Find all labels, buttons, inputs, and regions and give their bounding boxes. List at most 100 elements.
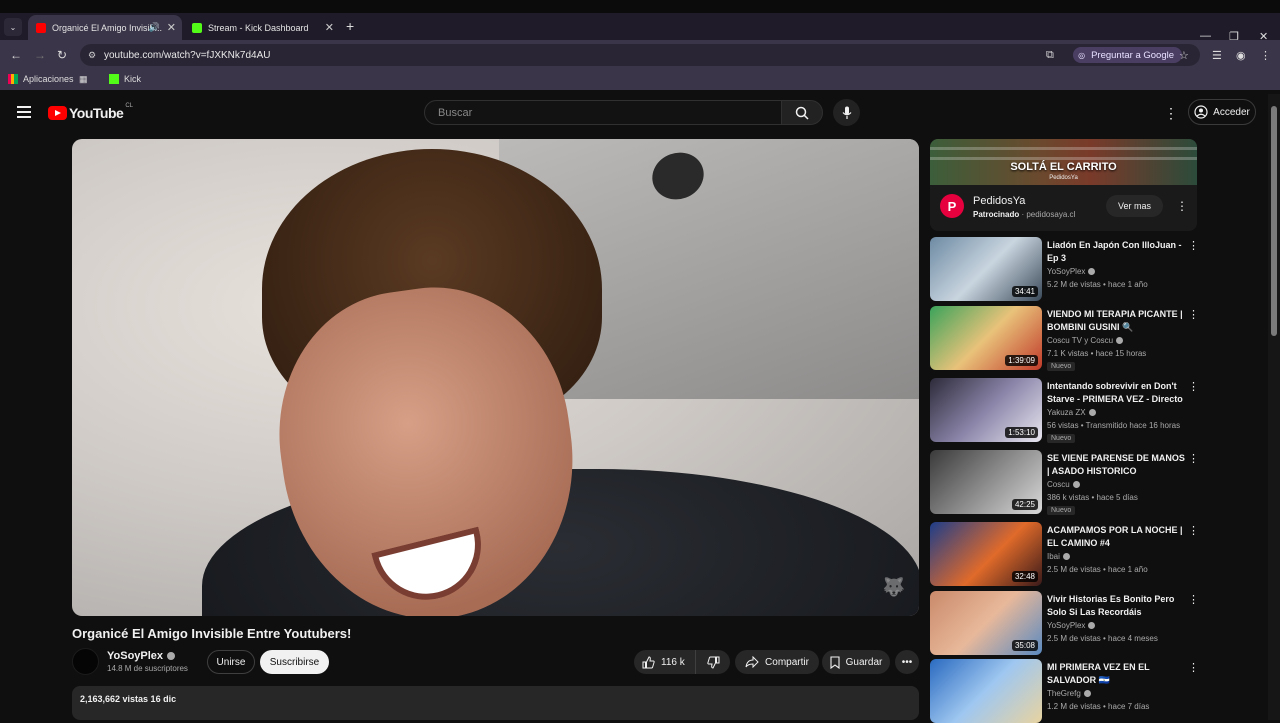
ad-cta-button[interactable]: Ver mas bbox=[1106, 195, 1163, 217]
video-thumbnail[interactable]: 1:53:10 bbox=[930, 378, 1042, 442]
verified-icon bbox=[1083, 690, 1091, 698]
share-button[interactable]: Compartir bbox=[735, 650, 819, 674]
video-thumbnail[interactable]: 32:48 bbox=[930, 522, 1042, 586]
scrollbar-thumb[interactable] bbox=[1271, 106, 1277, 336]
recommendation-title[interactable]: VIENDO MI TERAPIA PICANTE | BOMBINI GUSI… bbox=[1047, 308, 1185, 334]
account-icon bbox=[1194, 105, 1208, 119]
signin-button[interactable]: Acceder bbox=[1188, 99, 1256, 125]
tab-kick[interactable]: Stream - Kick Dashboard ✕ bbox=[184, 15, 340, 40]
bookmark-kick[interactable]: Kick bbox=[109, 74, 141, 84]
ad-headline: SOLTÁ EL CARRITO bbox=[1010, 161, 1117, 173]
recommendation-channel[interactable]: TheGrefg bbox=[1047, 689, 1091, 698]
bookmark-tabs-icon[interactable]: ▦ bbox=[79, 74, 88, 85]
recommendation-channel[interactable]: Coscu bbox=[1047, 480, 1080, 489]
ad-menu-icon[interactable]: ⋮ bbox=[1176, 199, 1188, 213]
like-button[interactable]: 116 k bbox=[634, 650, 696, 674]
recommendation-channel[interactable]: YoSoyPlex bbox=[1047, 267, 1096, 276]
recommendation-title[interactable]: MI PRIMERA VEZ EN EL SALVADOR 🇸🇻 bbox=[1047, 661, 1185, 687]
ask-google-button[interactable]: ◎ Preguntar a Google bbox=[1073, 47, 1182, 63]
recommendation-title[interactable]: Liadón En Japón Con IlloJuan - Ep 3 bbox=[1047, 239, 1185, 265]
ad-banner-image[interactable]: SOLTÁ EL CARRITO PedidosYa bbox=[930, 139, 1197, 185]
video-thumbnail[interactable]: 42:25 bbox=[930, 450, 1042, 514]
new-tab-icon[interactable]: + bbox=[346, 18, 354, 34]
channel-avatar[interactable] bbox=[72, 648, 99, 675]
video-thumbnail[interactable]: 34:41 bbox=[930, 237, 1042, 301]
recommendation-channel[interactable]: Coscu TV y Coscu bbox=[1047, 336, 1124, 345]
page-scrollbar[interactable] bbox=[1268, 94, 1280, 720]
recommendation-meta: 56 vistas • Transmitido hace 16 horas bbox=[1047, 421, 1181, 430]
window-top-edge bbox=[0, 0, 1280, 13]
new-badge: Nuevo bbox=[1047, 434, 1076, 443]
video-thumbnail[interactable] bbox=[930, 659, 1042, 723]
recommendation-channel[interactable]: Yakuza ZX bbox=[1047, 408, 1096, 417]
channel-text: YoSoyPlex bbox=[1047, 621, 1086, 630]
install-app-icon[interactable]: ⧉ bbox=[1046, 49, 1054, 62]
like-dislike-group: 116 k bbox=[634, 650, 730, 674]
verified-icon bbox=[1062, 553, 1070, 561]
recommendation-menu-icon[interactable]: ⋮ bbox=[1188, 239, 1199, 252]
bookmark-star-icon[interactable]: ☆ bbox=[1179, 49, 1189, 62]
pedidosya-logo[interactable]: P bbox=[940, 194, 964, 218]
recommendation-item[interactable]: 32:48 ACAMPAMOS POR LA NOCHE | EL CAMINO… bbox=[930, 522, 1199, 586]
recommendation-title[interactable]: Intentando sobrevivir en Don't Starve - … bbox=[1047, 380, 1185, 406]
video-player[interactable]: 🐺 bbox=[72, 139, 919, 616]
save-button[interactable]: Guardar bbox=[822, 650, 890, 674]
browser-menu-icon[interactable]: ⋮ bbox=[1260, 49, 1271, 62]
recommendation-meta: 1.2 M de vistas • hace 7 días bbox=[1047, 702, 1150, 711]
shelf-line bbox=[930, 147, 1197, 150]
close-tab-icon[interactable]: ✕ bbox=[167, 21, 176, 34]
menu-icon[interactable] bbox=[17, 106, 31, 118]
profile-icon[interactable]: ◉ bbox=[1236, 49, 1246, 62]
recommendation-item[interactable]: 42:25 SE VIENE PARENSE DE MANOS | ASADO … bbox=[930, 450, 1199, 515]
recommendation-menu-icon[interactable]: ⋮ bbox=[1188, 524, 1199, 537]
recommendation-channel[interactable]: YoSoyPlex bbox=[1047, 621, 1096, 630]
recommendation-item[interactable]: MI PRIMERA VEZ EN EL SALVADOR 🇸🇻 TheGref… bbox=[930, 659, 1199, 723]
reading-list-icon[interactable]: ☰ bbox=[1212, 49, 1222, 62]
search-button[interactable] bbox=[781, 100, 823, 125]
bookmark-apps[interactable]: Aplicaciones bbox=[8, 74, 74, 84]
dislike-button[interactable] bbox=[696, 650, 730, 674]
youtube-favicon-icon bbox=[36, 22, 46, 33]
settings-menu-icon[interactable]: ⋮ bbox=[1164, 105, 1178, 122]
address-bar[interactable]: ⚙ youtube.com/watch?v=fJXKNk7d4AU bbox=[80, 44, 1200, 66]
recommendation-menu-icon[interactable]: ⋮ bbox=[1188, 593, 1199, 606]
verified-icon bbox=[1088, 409, 1096, 417]
search-input[interactable]: Buscar bbox=[424, 100, 782, 125]
recommendation-menu-icon[interactable]: ⋮ bbox=[1188, 452, 1199, 465]
site-info-icon[interactable]: ⚙ bbox=[88, 50, 96, 61]
microphone-icon bbox=[842, 106, 851, 119]
description-box[interactable]: 2,163,662 vistas 16 dic bbox=[72, 686, 919, 720]
more-actions-button[interactable]: ••• bbox=[895, 650, 919, 674]
recommendation-title[interactable]: Vivir Historias Es Bonito Pero Solo Si L… bbox=[1047, 593, 1185, 619]
recommendation-title[interactable]: ACAMPAMOS POR LA NOCHE | EL CAMINO #4 bbox=[1047, 524, 1185, 550]
youtube-logo[interactable]: YouTube CL bbox=[48, 103, 133, 121]
subscribe-button[interactable]: Suscribirse bbox=[260, 650, 329, 674]
channel-watermark-icon[interactable]: 🐺 bbox=[883, 577, 905, 598]
youtube-play-icon bbox=[48, 106, 67, 120]
tab-youtube[interactable]: Organicé El Amigo Invisib... 🔊 ✕ bbox=[28, 15, 182, 40]
recommendation-channel[interactable]: Ibai bbox=[1047, 552, 1070, 561]
tab-search-button[interactable]: ⌄ bbox=[4, 18, 22, 36]
recommendation-item[interactable]: 35:08 Vivir Historias Es Bonito Pero Sol… bbox=[930, 591, 1199, 655]
join-button[interactable]: Unirse bbox=[207, 650, 255, 674]
back-icon[interactable]: ← bbox=[10, 48, 22, 62]
voice-search-button[interactable] bbox=[833, 99, 860, 126]
kick-favicon-icon bbox=[192, 22, 202, 33]
close-tab-icon[interactable]: ✕ bbox=[325, 21, 334, 34]
recommendation-menu-icon[interactable]: ⋮ bbox=[1188, 308, 1199, 321]
audio-icon[interactable]: 🔊 bbox=[149, 22, 160, 33]
recommendation-item[interactable]: 1:53:10 Intentando sobrevivir en Don't S… bbox=[930, 378, 1199, 443]
channel-name[interactable]: YoSoyPlex bbox=[107, 650, 176, 662]
recommendation-menu-icon[interactable]: ⋮ bbox=[1188, 380, 1199, 393]
recommendation-menu-icon[interactable]: ⋮ bbox=[1188, 661, 1199, 674]
ad-advertiser[interactable]: PedidosYa bbox=[973, 195, 1025, 207]
forward-icon[interactable]: → bbox=[34, 48, 46, 62]
recommendation-item[interactable]: 34:41 Liadón En Japón Con IlloJuan - Ep … bbox=[930, 237, 1199, 301]
new-badge: Nuevo bbox=[1047, 362, 1076, 371]
video-thumbnail[interactable]: 1:39:09 bbox=[930, 306, 1042, 370]
video-thumbnail[interactable]: 35:08 bbox=[930, 591, 1042, 655]
recommendation-title[interactable]: SE VIENE PARENSE DE MANOS | ASADO HISTOR… bbox=[1047, 452, 1185, 478]
reload-icon[interactable]: ↻ bbox=[57, 48, 67, 62]
recommendation-item[interactable]: 1:39:09 VIENDO MI TERAPIA PICANTE | BOMB… bbox=[930, 306, 1199, 371]
sponsored-ad-card[interactable]: SOLTÁ EL CARRITO PedidosYa P PedidosYa P… bbox=[930, 139, 1197, 231]
